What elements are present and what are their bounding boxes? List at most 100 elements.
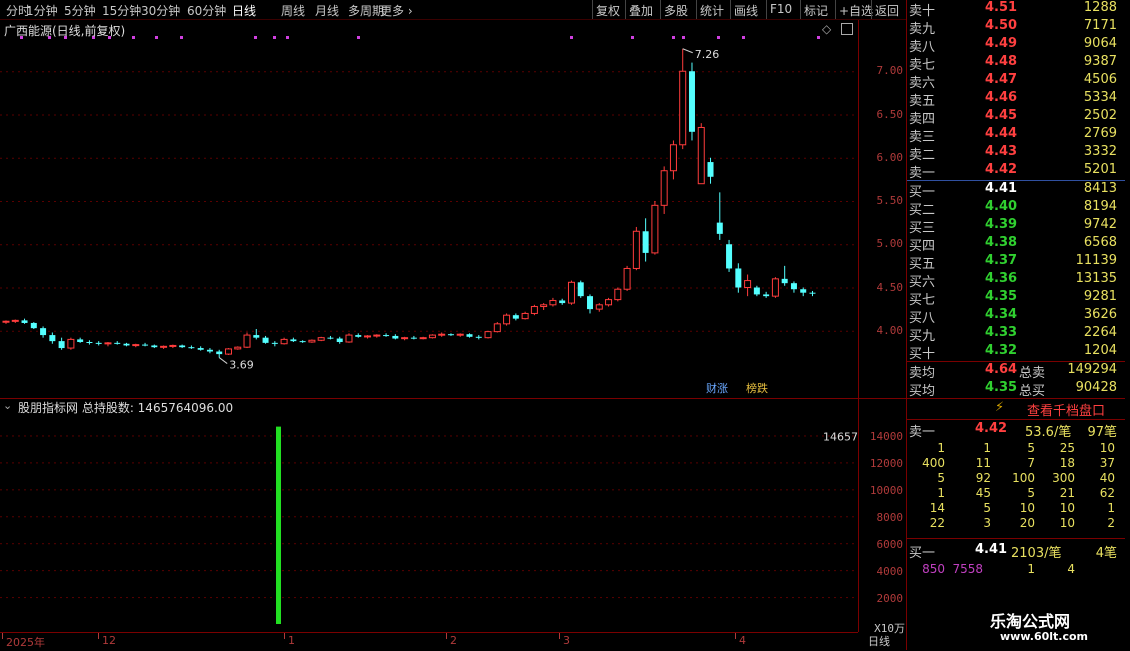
candle — [763, 291, 770, 298]
bid-row[interactable]: 买二 4.40 8194 — [907, 199, 1125, 218]
ask-row[interactable]: 卖五 4.46 5334 — [907, 90, 1125, 109]
price-axis: 7.00 6.50 6.00 5.50 5.00 4.50 4.00 14000 12000 10… — [858, 20, 907, 635]
period-9[interactable]: 多周期 — [348, 2, 384, 19]
queue-cell: 300 — [1052, 471, 1075, 485]
period-5[interactable]: 60分钟 — [187, 2, 226, 19]
event-marker[interactable] — [132, 36, 135, 39]
period-1[interactable]: 1分钟 — [26, 2, 58, 19]
candle — [503, 313, 511, 326]
bid-row[interactable]: 买六 4.36 13135 — [907, 271, 1125, 290]
candle — [262, 335, 269, 344]
bid-row[interactable]: 买五 4.37 11139 — [907, 253, 1125, 272]
candle — [428, 334, 436, 339]
ask-label: 卖七 — [909, 58, 936, 73]
candle — [224, 348, 232, 355]
period-7[interactable]: 周线 — [281, 2, 305, 19]
period-4[interactable]: 30分钟 — [141, 2, 180, 19]
toolbar-btn-2[interactable]: 多股 — [664, 2, 688, 19]
event-marker[interactable] — [273, 36, 276, 39]
ask-row[interactable]: 卖十 4.51 1288 — [907, 0, 1125, 19]
candle — [781, 265, 788, 286]
ask-row[interactable]: 卖三 4.44 2769 — [907, 126, 1125, 145]
watermark-url: www.60lt.com — [1000, 630, 1089, 643]
toolbar-separator — [660, 0, 661, 19]
ask-label: 卖四 — [909, 112, 936, 127]
bid-row[interactable]: 买一 4.41 8413 — [907, 181, 1125, 200]
thousand-level-button[interactable]: ⚡ 查看千档盘口 — [907, 399, 1125, 420]
toolbar-btn-1[interactable]: 叠加 — [629, 2, 653, 19]
ask-row[interactable]: 卖四 4.45 2502 — [907, 108, 1125, 127]
candle — [614, 287, 622, 302]
candle — [512, 313, 519, 321]
candle — [493, 322, 501, 333]
sell1-order-count: 97笔 — [1087, 425, 1117, 440]
period-6[interactable]: 日线 — [232, 2, 256, 19]
event-marker[interactable] — [817, 36, 820, 39]
bid-price: 4.37 — [985, 253, 1018, 268]
event-marker[interactable] — [155, 36, 158, 39]
bid-row[interactable]: 买三 4.39 9742 — [907, 217, 1125, 236]
event-marker[interactable] — [254, 36, 257, 39]
event-marker[interactable] — [682, 36, 685, 39]
ask-row[interactable]: 卖七 4.48 9387 — [907, 54, 1125, 73]
candle — [577, 280, 584, 298]
period-2[interactable]: 5分钟 — [64, 2, 96, 19]
event-marker[interactable] — [631, 36, 634, 39]
tag-caizhang[interactable]: 财涨 — [706, 381, 728, 395]
queue-cell: 2 — [1107, 516, 1115, 530]
indicator-chart[interactable]: 14657 — [0, 414, 858, 632]
queue-cell: 25 — [1059, 441, 1075, 455]
date-tick — [98, 633, 99, 639]
collapse-icon[interactable]: ⌄ — [3, 399, 12, 412]
toolbar-btn-0[interactable]: 复权 — [596, 2, 620, 19]
diamond-icon[interactable]: ◇ — [822, 22, 831, 36]
bid-row[interactable]: 买八 4.34 3626 — [907, 307, 1125, 326]
event-marker[interactable] — [672, 36, 675, 39]
price-tick-label: 4.50 — [876, 280, 904, 294]
ask-row[interactable]: 卖二 4.43 3332 — [907, 144, 1125, 163]
event-marker[interactable] — [717, 36, 720, 39]
ask-row[interactable]: 卖八 4.49 9064 — [907, 36, 1125, 55]
queue-cell: 18 — [1059, 456, 1075, 470]
ask-row[interactable]: 卖一 4.42 5201 — [907, 162, 1125, 181]
bid-row[interactable]: 买十 4.32 1204 — [907, 343, 1125, 362]
period-8[interactable]: 月线 — [315, 2, 339, 19]
bid-row[interactable]: 买七 4.35 9281 — [907, 289, 1125, 308]
period-3[interactable]: 15分钟 — [102, 2, 141, 19]
buy1-detail-row: 买一 4.41 2103/笔 4笔 — [907, 542, 1125, 561]
event-marker[interactable] — [570, 36, 573, 39]
chevron-right-icon: › — [404, 4, 413, 18]
toolbar-btn-7[interactable]: +自选 — [839, 2, 873, 19]
candle — [123, 342, 130, 347]
queue-cell: 22 — [929, 516, 945, 530]
ask-row[interactable]: 卖六 4.47 4506 — [907, 72, 1125, 91]
avg_sell-price: 4.64 — [985, 362, 1018, 377]
ask-row[interactable]: 卖九 4.50 7171 — [907, 18, 1125, 37]
toolbar-btn-8[interactable]: 返回 — [875, 2, 899, 19]
event-marker[interactable] — [180, 36, 183, 39]
toolbar-btn-3[interactable]: 统计 — [700, 2, 724, 19]
event-marker[interactable] — [742, 36, 745, 39]
kline-chart[interactable]: 7.26 3.69 财涨 榜跌 — [0, 20, 858, 398]
toolbar-btn-5[interactable]: F10 — [770, 2, 792, 16]
date-label: 4 — [739, 634, 746, 647]
bid-label: 买九 — [909, 329, 936, 344]
maximize-icon[interactable] — [841, 23, 853, 35]
toolbar-btn-6[interactable]: 标记 — [804, 2, 828, 19]
ask-label: 卖九 — [909, 22, 936, 37]
period-10[interactable]: 更多 › — [380, 2, 413, 19]
candle — [86, 340, 93, 345]
high-arrow — [682, 48, 693, 54]
bid-label: 买二 — [909, 203, 936, 218]
price-tick-label: 4.00 — [876, 323, 904, 337]
event-marker[interactable] — [357, 36, 360, 39]
candle — [530, 304, 538, 316]
bid-row[interactable]: 买九 4.33 2264 — [907, 325, 1125, 344]
toolbar-separator — [625, 0, 626, 19]
tag-bangdie[interactable]: 榜跌 — [746, 381, 768, 395]
event-marker[interactable] — [286, 36, 289, 39]
toolbar-btn-4[interactable]: 画线 — [734, 2, 758, 19]
ask-price: 4.42 — [985, 162, 1018, 177]
bid-row[interactable]: 买四 4.38 6568 — [907, 235, 1125, 254]
candle — [744, 274, 752, 297]
